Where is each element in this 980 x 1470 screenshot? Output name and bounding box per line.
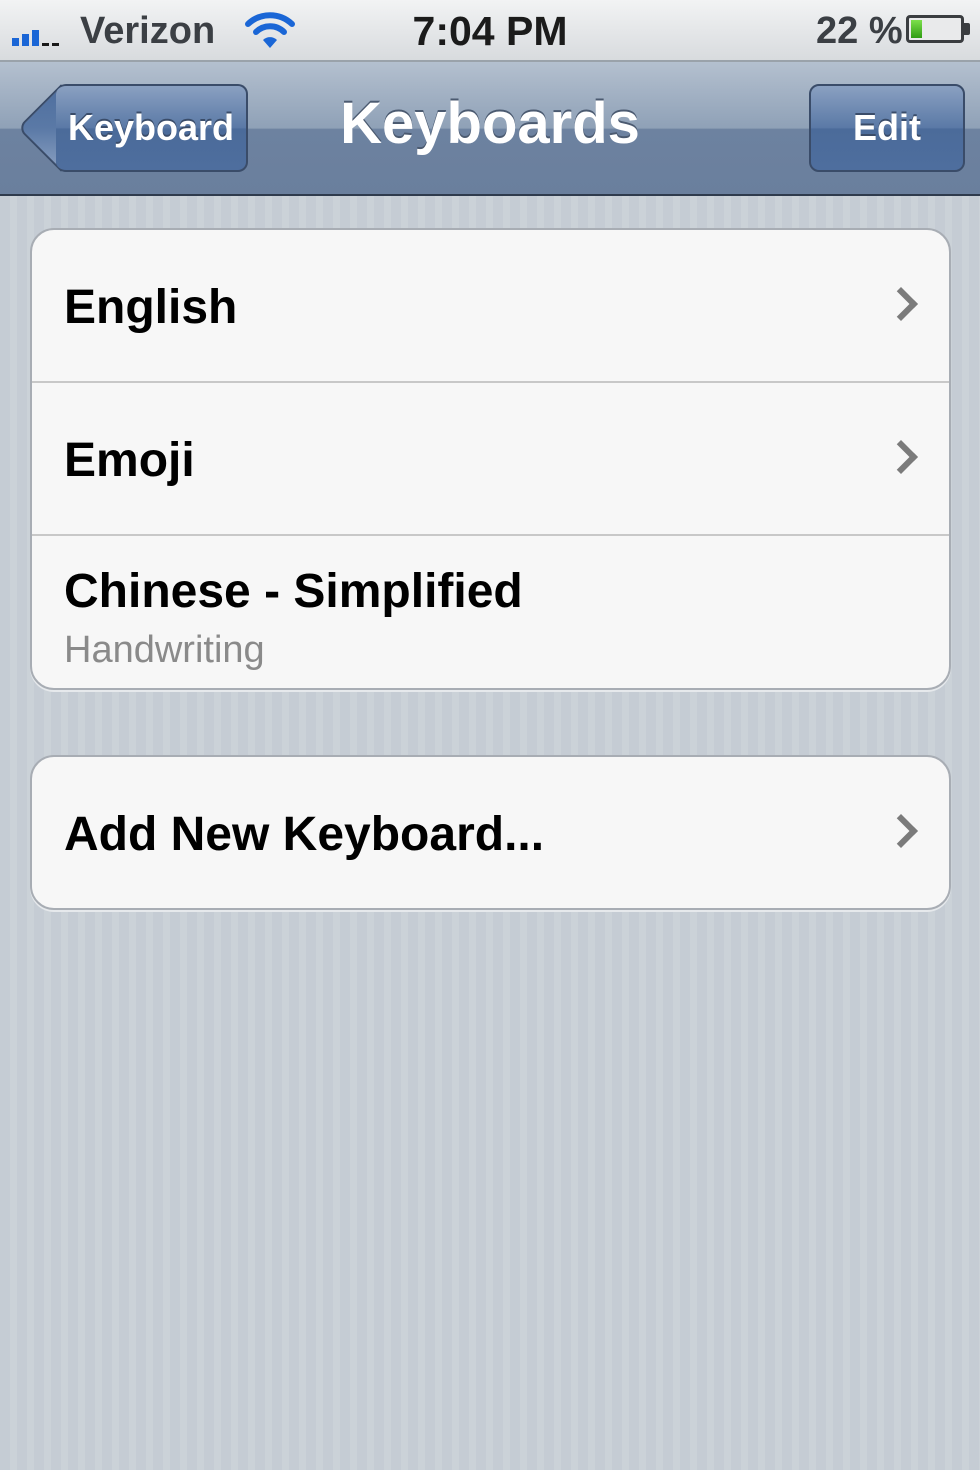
chevron-right-icon (884, 814, 918, 848)
battery-fill (911, 20, 922, 38)
edit-button[interactable]: Edit (809, 84, 965, 172)
chevron-right-icon (884, 440, 918, 474)
battery-icon (906, 15, 964, 43)
keyboard-label: English (64, 281, 238, 334)
battery-cap (964, 23, 970, 35)
chevron-right-icon (884, 287, 918, 321)
add-keyboard-label: Add New Keyboard... (64, 808, 545, 861)
battery-percent: 22 % (816, 10, 903, 52)
keyboard-item-emoji[interactable]: Emoji (32, 383, 949, 536)
add-new-keyboard-button[interactable]: Add New Keyboard... (32, 757, 949, 908)
keyboard-label: Emoji (64, 434, 195, 487)
keyboard-item-english[interactable]: English (32, 230, 949, 383)
keyboard-sublabel: Handwriting (64, 629, 265, 671)
keyboard-label: Chinese - Simplified (64, 565, 523, 618)
navigation-bar: Keyboard Keyboards Edit (0, 62, 980, 196)
add-keyboard-group: Add New Keyboard... (30, 755, 951, 910)
keyboards-list: English Emoji Chinese - Simplified Handw… (30, 228, 951, 690)
keyboard-item-chinese-simplified[interactable]: Chinese - Simplified Handwriting (32, 536, 949, 688)
status-bar: Verizon 7:04 PM 22 % (0, 0, 980, 62)
